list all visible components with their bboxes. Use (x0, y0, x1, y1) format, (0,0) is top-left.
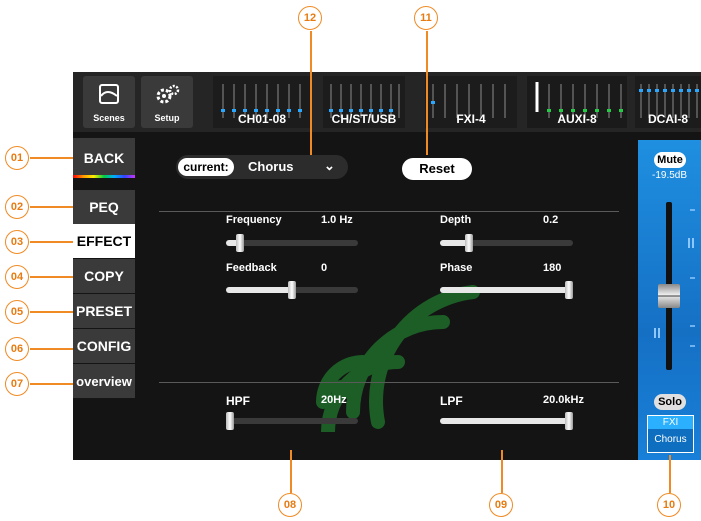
left-nav: BACK PEQ EFFECT COPY PRESET CONFIG overv… (73, 132, 135, 460)
depth-slider[interactable] (440, 240, 573, 246)
scenes-icon (99, 84, 119, 109)
lpf-value: 20.0kHz (543, 394, 584, 406)
param-label: Phase (440, 262, 473, 274)
callout-12: 12 (298, 6, 322, 30)
nav-label: BACK (83, 150, 125, 166)
callout-line (669, 455, 671, 493)
phase-slider[interactable] (440, 287, 573, 293)
mute-button[interactable]: Mute (654, 152, 686, 168)
callout-04: 04 (5, 265, 29, 289)
slider-thumb[interactable] (235, 234, 244, 252)
channel-label: FXI Chorus (647, 415, 694, 453)
setup-button[interactable]: Setup (141, 76, 193, 128)
callout-07: 07 (5, 372, 29, 396)
divider (159, 211, 619, 212)
effect-select[interactable]: current: Chorus ⌄ (176, 155, 348, 179)
color-strip (73, 175, 135, 178)
slider-thumb[interactable] (565, 412, 573, 430)
bank-label: FXI-4 (456, 112, 486, 126)
nav-label: PEQ (89, 199, 119, 215)
callout-line (30, 311, 73, 313)
nav-back-button[interactable]: BACK (73, 138, 135, 178)
nav-label: overview (76, 373, 132, 389)
callout-line (310, 31, 312, 155)
lpf-slider[interactable] (440, 418, 573, 424)
nav-label: COPY (84, 268, 124, 284)
callout-09: 09 (489, 493, 513, 517)
param-label: Depth (440, 214, 472, 226)
nav-preset-button[interactable]: PRESET (73, 294, 135, 328)
bank-label: DCAI-8 (647, 112, 688, 126)
bank-aux1-8[interactable]: AUXI-8 (527, 76, 627, 128)
callout-line (501, 450, 503, 493)
callout-10: 10 (657, 493, 681, 517)
current-effect-value: Chorus (248, 159, 294, 174)
callout-line (30, 276, 73, 278)
callout-06: 06 (5, 337, 29, 361)
param-value: 1.0 Hz (321, 214, 353, 226)
bank-ch-st-usb[interactable]: CH/ST/USB (323, 76, 405, 128)
param-value: 0 (321, 262, 328, 274)
nav-peq-button[interactable]: PEQ (73, 190, 135, 224)
gear-icon (155, 84, 181, 109)
callout-01: 01 (5, 146, 29, 170)
nav-config-button[interactable]: CONFIG (73, 329, 135, 363)
callout-03: 03 (5, 230, 29, 254)
bank-fx1-4[interactable]: FXI-4 (425, 76, 517, 128)
slider-thumb[interactable] (226, 412, 234, 430)
bank-ch01-08[interactable]: CH01-08 (213, 76, 311, 128)
hpf-label: HPF (226, 394, 250, 408)
mixer-screen: Scenes Setup CH01-08 CH/ST/USB FXI-4 AUX… (73, 72, 701, 460)
solo-button[interactable]: Solo (654, 394, 686, 410)
frequency-slider[interactable] (226, 240, 358, 246)
fader-knob[interactable] (658, 284, 680, 308)
slider-thumb[interactable] (465, 234, 473, 252)
hpf-slider[interactable] (226, 418, 358, 424)
scenes-label: Scenes (93, 113, 125, 123)
callout-05: 05 (5, 300, 29, 324)
bank-label: CH01-08 (237, 112, 287, 126)
channel-effect: Chorus (654, 434, 687, 445)
slider-thumb[interactable] (565, 281, 573, 299)
bank-label: CH/ST/USB (331, 112, 397, 126)
bank-dca1-8[interactable]: DCAI-8 (635, 76, 701, 128)
nav-label: CONFIG (76, 338, 132, 354)
callout-line (30, 348, 73, 350)
lpf-label: LPF (440, 394, 463, 408)
callout-08: 08 (278, 493, 302, 517)
callout-line (30, 241, 73, 243)
hpf-value: 20Hz (321, 394, 347, 406)
callout-line (426, 31, 428, 155)
param-value: 180 (543, 262, 562, 274)
param-value: 0.2 (543, 214, 559, 226)
current-label: current: (178, 158, 234, 176)
callout-line (30, 383, 73, 385)
nav-copy-button[interactable]: COPY (73, 259, 135, 293)
slider-thumb[interactable] (288, 281, 296, 299)
param-label: Feedback (226, 262, 277, 274)
callout-line (30, 206, 73, 208)
callout-02: 02 (5, 195, 29, 219)
reset-button[interactable]: Reset (402, 158, 472, 180)
chevron-down-icon: ⌄ (324, 158, 335, 173)
callout-line (290, 450, 292, 493)
channel-fader-strip: Mute -19.5dB Solo FXI Chorus (638, 140, 701, 460)
nav-label: PRESET (75, 303, 132, 319)
setup-label: Setup (154, 113, 180, 123)
param-label: Frequency (226, 214, 282, 226)
nav-overview-button[interactable]: overview (73, 364, 135, 398)
top-bar: Scenes Setup CH01-08 CH/ST/USB FXI-4 AUX… (73, 72, 701, 132)
scenes-button[interactable]: Scenes (83, 76, 135, 128)
divider (159, 382, 619, 383)
nav-effect-button[interactable]: EFFECT (73, 224, 135, 258)
nav-label: EFFECT (76, 233, 132, 249)
bank-label: AUXI-8 (557, 112, 597, 126)
channel-name: FXI (648, 416, 693, 429)
fader-level-value: -19.5dB (651, 170, 688, 181)
callout-11: 11 (414, 6, 438, 30)
callout-line (30, 157, 73, 159)
